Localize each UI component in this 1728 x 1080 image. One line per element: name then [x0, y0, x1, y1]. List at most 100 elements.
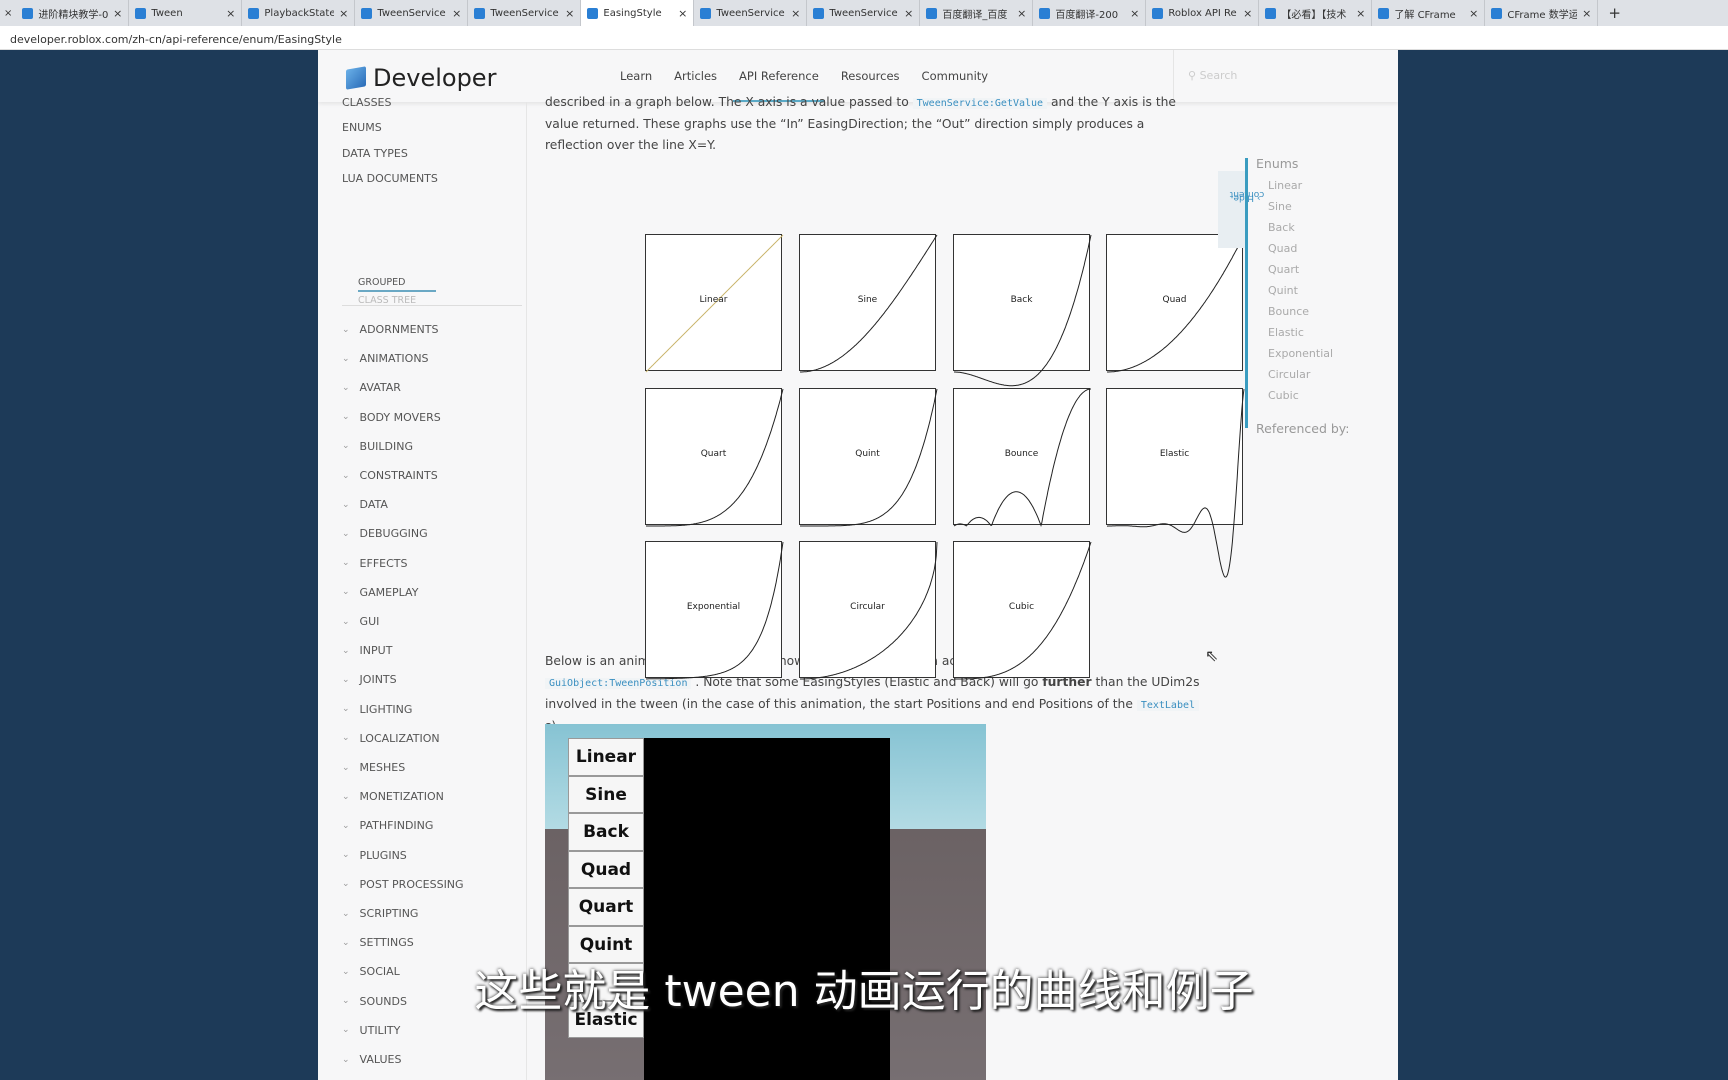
- toc-item[interactable]: Quart: [1268, 263, 1299, 276]
- toc-item[interactable]: Circular: [1268, 368, 1310, 381]
- sidebar-group[interactable]: ⌄ CONSTRAINTS: [342, 469, 438, 482]
- sidebar-group[interactable]: ⌄ DATA: [342, 498, 388, 511]
- browser-tab[interactable]: PlaybackState ×: [242, 0, 356, 26]
- graph-label: Quad: [1162, 295, 1187, 305]
- toc-item[interactable]: Quint: [1268, 284, 1298, 297]
- sidebar-group[interactable]: ⌄ PATHFINDING: [342, 819, 433, 832]
- chevron-down-icon: ⌄: [342, 324, 350, 335]
- browser-tab[interactable]: 百度翻译_百度 ×: [920, 0, 1034, 26]
- close-icon[interactable]: ×: [339, 7, 348, 20]
- address-bar[interactable]: developer.roblox.com/zh-cn/api-reference…: [0, 26, 1728, 50]
- browser-tab[interactable]: 了解 CFrame ×: [1372, 0, 1486, 26]
- sidebar-group[interactable]: ⌄ MESHES: [342, 761, 405, 774]
- browser-tab[interactable]: 【必看】【技术 ×: [1259, 0, 1373, 26]
- sidebar-group[interactable]: ⌄ UTILITY: [342, 1024, 400, 1037]
- close-icon[interactable]: ×: [452, 7, 461, 20]
- browser-tab[interactable]: 进阶精块教学-0 ×: [16, 0, 130, 26]
- easing-graph: Sine: [799, 234, 938, 373]
- toc-referenced[interactable]: Referenced by:: [1256, 421, 1350, 436]
- sidebar-group[interactable]: ⌄ EFFECTS: [342, 557, 407, 570]
- close-icon[interactable]: ×: [678, 7, 687, 20]
- close-icon[interactable]: ×: [1356, 7, 1365, 20]
- close-icon[interactable]: ×: [1130, 7, 1139, 20]
- sidebar-group[interactable]: ⌄ MONETIZATION: [342, 790, 444, 803]
- mouse-cursor-icon: ⇖: [1205, 646, 1219, 665]
- code-link[interactable]: TextLabel: [1136, 700, 1200, 711]
- sidebar-group[interactable]: ⌄ ADORNMENTS: [342, 323, 438, 336]
- sidebar-group[interactable]: ⌄ JOINTS: [342, 673, 397, 686]
- sidebar-link[interactable]: ENUMS: [342, 121, 382, 134]
- new-tab-button[interactable]: +: [1598, 4, 1631, 22]
- tab-title: EasingStyle: [603, 7, 662, 19]
- tab-title: 百度翻译-200: [1055, 9, 1119, 21]
- sidebar-link[interactable]: DATA TYPES: [342, 147, 408, 160]
- toc-item[interactable]: Elastic: [1268, 326, 1304, 339]
- sidebar-group[interactable]: ⌄ SCRIPTING: [342, 907, 418, 920]
- browser-tab[interactable]: TweenService ×: [694, 0, 808, 26]
- group-label: VALUES: [359, 1053, 402, 1066]
- close-icon[interactable]: ×: [791, 7, 800, 20]
- toc-item[interactable]: Bounce: [1268, 305, 1309, 318]
- sidebar-group[interactable]: ⌄ INPUT: [342, 644, 392, 657]
- sidebar-group[interactable]: ⌄ LIGHTING: [342, 703, 412, 716]
- sidebar-group[interactable]: ⌄ SETTINGS: [342, 936, 414, 949]
- browser-tab[interactable]: EasingStyle ×: [581, 0, 695, 26]
- sidebar-group[interactable]: ⌄ PLUGINS: [342, 849, 407, 862]
- toc-item[interactable]: Exponential: [1268, 347, 1333, 360]
- toc-item[interactable]: Linear: [1268, 179, 1302, 192]
- sidebar-group[interactable]: ⌄ BUILDING: [342, 440, 413, 453]
- sidebar-group[interactable]: ⌄ ANIMATIONS: [342, 352, 429, 365]
- graph-label: Circular: [850, 602, 885, 612]
- sidebar-group[interactable]: ⌄ GUI: [342, 615, 379, 628]
- browser-tab[interactable]: TweenService ×: [807, 0, 921, 26]
- browser-tab[interactable]: Tween ×: [129, 0, 243, 26]
- toc-item[interactable]: Quad: [1268, 242, 1297, 255]
- code-link[interactable]: GuiObject:TweenPosition: [545, 678, 692, 689]
- close-icon[interactable]: ×: [226, 7, 235, 20]
- browser-tab[interactable]: Roblox API Re ×: [1146, 0, 1260, 26]
- close-icon[interactable]: ×: [904, 7, 913, 20]
- sidebar-group[interactable]: ⌄ GAMEPLAY: [342, 586, 418, 599]
- tab-title: 【必看】【技术: [1281, 9, 1347, 21]
- toc-heading[interactable]: Enums: [1256, 156, 1298, 171]
- chevron-down-icon: ⌄: [342, 499, 350, 510]
- tab-grouped[interactable]: GROUPED: [358, 277, 436, 292]
- toc-item[interactable]: Back: [1268, 221, 1295, 234]
- sidebar-link[interactable]: CLASSES: [342, 96, 391, 109]
- sidebar-link[interactable]: LUA DOCUMENTS: [342, 172, 438, 185]
- easing-animation: Linear Sine Back Quad Quart Quint Elastic: [545, 724, 986, 1080]
- browser-tab[interactable]: 百度翻译-200 ×: [1033, 0, 1147, 26]
- sidebar-group[interactable]: ⌄ LOCALIZATION: [342, 732, 440, 745]
- graph-description: described in a graph below. The X axis i…: [545, 95, 1176, 152]
- close-icon[interactable]: ×: [1243, 7, 1252, 20]
- toc-item[interactable]: Cubic: [1268, 389, 1299, 402]
- favicon-icon: [135, 7, 147, 19]
- browser-tab[interactable]: TweenService ×: [355, 0, 469, 26]
- sidebar: GROUPED CLASS TREE CLASSES ENUMS DATA TYPE…: [318, 96, 527, 1080]
- code-link[interactable]: TweenService:GetValue: [912, 98, 1048, 109]
- search-input[interactable]: ⚲ Search: [1173, 50, 1398, 102]
- sidebar-group[interactable]: ⌄ AVATAR: [342, 381, 401, 394]
- close-icon[interactable]: ×: [1582, 7, 1591, 20]
- browser-tab[interactable]: TweenService ×: [468, 0, 582, 26]
- sidebar-group[interactable]: ⌄ BODY MOVERS: [342, 411, 441, 424]
- graph-label: Quart: [700, 449, 727, 459]
- sidebar-group[interactable]: ⌄ DEBUGGING: [342, 527, 428, 540]
- toc-item[interactable]: Sine: [1268, 200, 1292, 213]
- developer-logo[interactable]: Developer: [346, 64, 496, 92]
- close-icon[interactable]: ×: [113, 7, 122, 20]
- easing-graph: Back: [953, 234, 1092, 387]
- chevron-down-icon: ⌄: [342, 1025, 350, 1036]
- close-icon[interactable]: ×: [0, 8, 16, 19]
- sidebar-group[interactable]: ⌄ VALUES: [342, 1053, 401, 1066]
- group-label: ANIMATIONS: [359, 352, 429, 366]
- sidebar-group[interactable]: ⌄ POST PROCESSING: [342, 878, 464, 891]
- browser-tab[interactable]: CFrame 数学运 ×: [1485, 0, 1599, 26]
- graph-label: Sine: [857, 295, 878, 305]
- easing-graph: Circular: [799, 541, 938, 680]
- hide-content-toggle[interactable]: › Hide content: [1218, 171, 1264, 248]
- close-icon[interactable]: ×: [565, 7, 574, 20]
- tab-class-tree[interactable]: CLASS TREE: [358, 295, 416, 306]
- close-icon[interactable]: ×: [1469, 7, 1478, 20]
- close-icon[interactable]: ×: [1017, 7, 1026, 20]
